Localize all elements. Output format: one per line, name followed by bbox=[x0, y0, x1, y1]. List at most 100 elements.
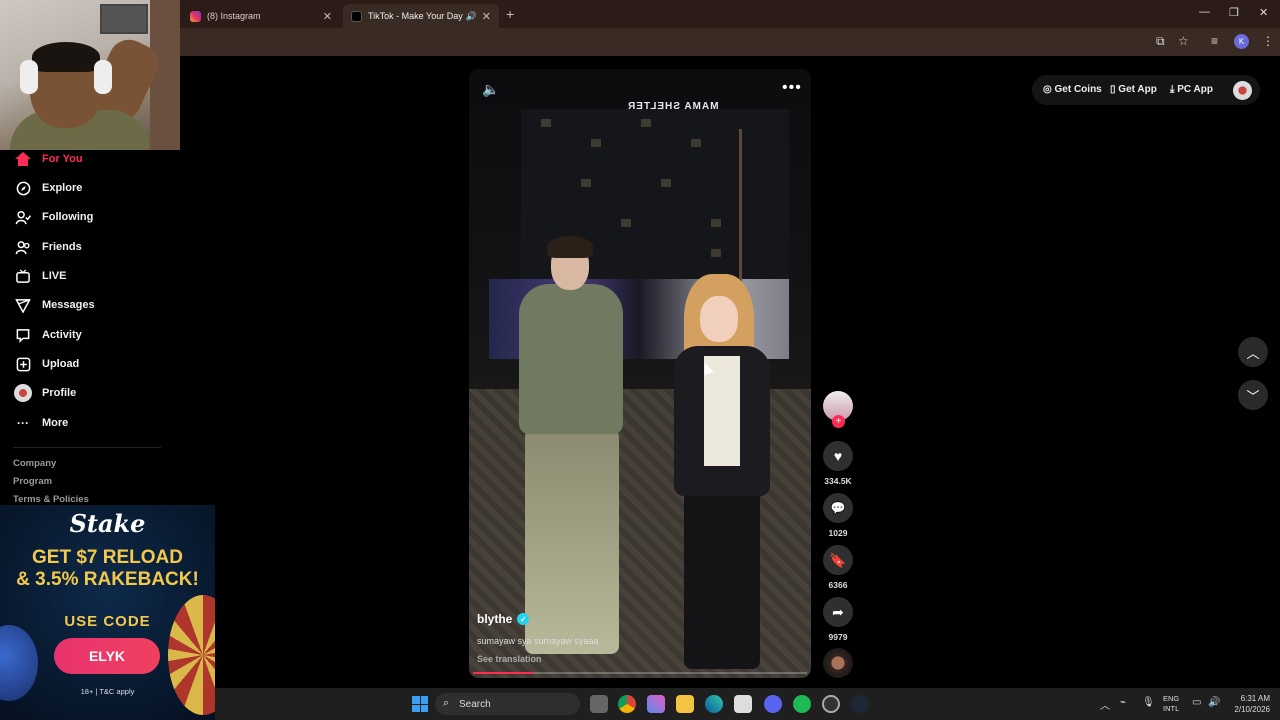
sidebar-item-friends[interactable]: Friends bbox=[14, 238, 82, 256]
close-icon[interactable]: ✕ bbox=[323, 10, 332, 23]
video-author[interactable]: blythe ✓ bbox=[477, 612, 530, 626]
ad-brand-logo: Stake bbox=[69, 509, 146, 538]
footer-link-terms[interactable]: Terms & Policies bbox=[13, 494, 89, 505]
restore-icon[interactable]: ❐ bbox=[1229, 6, 1239, 19]
video-progress-bar[interactable] bbox=[473, 672, 807, 674]
video-player[interactable]: MAMA SHELTER 🔈 ••• blythe ✓ sumayaw sya … bbox=[469, 69, 811, 678]
building-window bbox=[591, 139, 601, 147]
building-window bbox=[541, 119, 551, 127]
copilot-icon[interactable] bbox=[647, 695, 665, 713]
ad-use-code-label: USE CODE bbox=[64, 613, 151, 630]
footer-link-company[interactable]: Company bbox=[13, 458, 56, 469]
language-indicator[interactable]: ENG INTL bbox=[1163, 694, 1179, 714]
pc-app-button[interactable]: ⤓ PC App bbox=[1170, 84, 1213, 95]
microphone-icon[interactable]: 🎙 bbox=[1142, 697, 1155, 708]
sidebar-item-label: Friends bbox=[42, 241, 82, 253]
bookmark-button[interactable]: 🔖 bbox=[823, 545, 853, 575]
sidebar-item-label: Upload bbox=[42, 358, 80, 370]
tab-title: TikTok - Make Your Day bbox=[368, 11, 463, 21]
media-icon[interactable]: ≡ bbox=[1211, 34, 1218, 48]
spotify-icon[interactable] bbox=[793, 695, 811, 713]
cast-icon[interactable]: ⧉ bbox=[1156, 34, 1165, 49]
new-tab-button[interactable]: + bbox=[506, 6, 514, 22]
speaker-icon[interactable]: 🔊 bbox=[466, 11, 477, 22]
comment-button[interactable]: 💬 bbox=[823, 493, 853, 523]
see-translation-link[interactable]: See translation bbox=[477, 654, 542, 664]
sidebar-item-label: Activity bbox=[42, 329, 82, 341]
volume-tray-icon[interactable]: 🔊 bbox=[1208, 697, 1220, 708]
network-icon[interactable]: ⌁ bbox=[1120, 697, 1126, 708]
obs-icon[interactable] bbox=[822, 695, 840, 713]
display-icon[interactable]: ▭ bbox=[1192, 697, 1201, 708]
steam-icon[interactable] bbox=[851, 695, 869, 713]
language-code: ENG bbox=[1163, 694, 1180, 703]
close-window-icon[interactable]: ✕ bbox=[1259, 6, 1268, 19]
building-window bbox=[711, 219, 721, 227]
sidebar-item-more[interactable]: ··· More bbox=[14, 414, 68, 432]
sidebar-item-upload[interactable]: Upload bbox=[14, 355, 79, 373]
tray-chevron-icon[interactable]: ︿ bbox=[1100, 697, 1110, 712]
video-caption: sumayaw sya sumayaw syaaa bbox=[477, 636, 599, 646]
ad-terms: 18+ | T&C apply bbox=[80, 687, 135, 696]
chevron-down-icon: ﹀ bbox=[1246, 388, 1260, 404]
store-icon[interactable] bbox=[734, 695, 752, 713]
taskbar-search[interactable]: Search bbox=[435, 693, 580, 715]
share-count: 9979 bbox=[828, 632, 848, 642]
download-icon: ⤓ bbox=[1170, 84, 1175, 95]
building-window bbox=[581, 179, 591, 187]
user-avatar[interactable] bbox=[1233, 81, 1252, 100]
menu-dots-icon[interactable]: ⋮ bbox=[1262, 34, 1274, 48]
browser-tab-bar: (8) Instagram ✕ TikTok - Make Your Day 🔊… bbox=[0, 0, 1280, 28]
file-explorer-icon[interactable] bbox=[676, 695, 694, 713]
tab-tiktok[interactable]: TikTok - Make Your Day 🔊 ✕ bbox=[343, 4, 499, 28]
like-button[interactable]: ♥ bbox=[823, 441, 853, 471]
sidebar-item-label: For You bbox=[42, 153, 83, 165]
live-icon bbox=[14, 267, 32, 285]
sidebar-item-label: Messages bbox=[42, 299, 95, 311]
stake-ad-overlay: Stake GET $7 RELOAD & 3.5% RAKEBACK! USE… bbox=[0, 505, 215, 720]
phone-icon: ▯ bbox=[1110, 84, 1116, 95]
next-video-button[interactable]: ﹀ bbox=[1238, 380, 1268, 410]
search-icon: ⌕ bbox=[443, 697, 450, 709]
more-options-icon[interactable]: ••• bbox=[782, 79, 802, 97]
footer-link-program[interactable]: Program bbox=[13, 476, 52, 487]
person-hoodie bbox=[519, 284, 623, 434]
sidebar-item-label: Explore bbox=[42, 182, 83, 194]
system-clock[interactable]: 6:31 AM 2/10/2026 bbox=[1224, 693, 1270, 715]
video-progress-fill bbox=[473, 672, 534, 674]
chevron-up-icon: ︿ bbox=[1246, 345, 1260, 361]
minimize-icon[interactable]: — bbox=[1199, 6, 1210, 18]
activity-icon bbox=[14, 326, 32, 344]
discord-icon[interactable] bbox=[764, 695, 782, 713]
edge-icon[interactable] bbox=[705, 695, 723, 713]
follow-plus-icon[interactable]: + bbox=[832, 415, 845, 428]
volume-icon[interactable]: 🔈 bbox=[482, 81, 499, 98]
task-view-icon[interactable] bbox=[590, 695, 608, 713]
star-icon[interactable]: ☆ bbox=[1178, 34, 1189, 48]
browser-profile-avatar[interactable]: K bbox=[1234, 34, 1249, 49]
video-username[interactable]: blythe bbox=[477, 612, 512, 626]
get-app-button[interactable]: ▯ Get App bbox=[1110, 84, 1157, 95]
sidebar-item-following[interactable]: Following bbox=[14, 208, 93, 226]
close-icon[interactable]: ✕ bbox=[482, 10, 491, 23]
get-coins-label: Get Coins bbox=[1054, 84, 1102, 95]
home-icon bbox=[14, 150, 32, 168]
webcam-overlay bbox=[0, 0, 180, 150]
sidebar-item-label: Profile bbox=[42, 387, 77, 399]
sidebar-item-for-you[interactable]: For You bbox=[14, 150, 83, 168]
chrome-icon[interactable] bbox=[618, 695, 636, 713]
comment-icon: 💬 bbox=[830, 501, 846, 515]
share-button[interactable]: ➦ bbox=[823, 597, 853, 627]
sidebar-item-activity[interactable]: Activity bbox=[14, 326, 82, 344]
building-window bbox=[661, 179, 671, 187]
music-disc-icon[interactable] bbox=[823, 648, 853, 678]
windows-start-icon[interactable] bbox=[412, 696, 428, 712]
sidebar-item-live[interactable]: LIVE bbox=[14, 267, 66, 285]
person-face bbox=[700, 296, 738, 342]
sidebar-item-profile[interactable]: Profile bbox=[14, 384, 76, 402]
get-coins-button[interactable]: ◎ Get Coins bbox=[1043, 84, 1102, 95]
sidebar-item-explore[interactable]: Explore bbox=[14, 179, 82, 197]
tab-instagram[interactable]: (8) Instagram ✕ bbox=[182, 4, 340, 28]
sidebar-item-messages[interactable]: Messages bbox=[14, 296, 95, 314]
previous-video-button[interactable]: ︿ bbox=[1238, 337, 1268, 367]
